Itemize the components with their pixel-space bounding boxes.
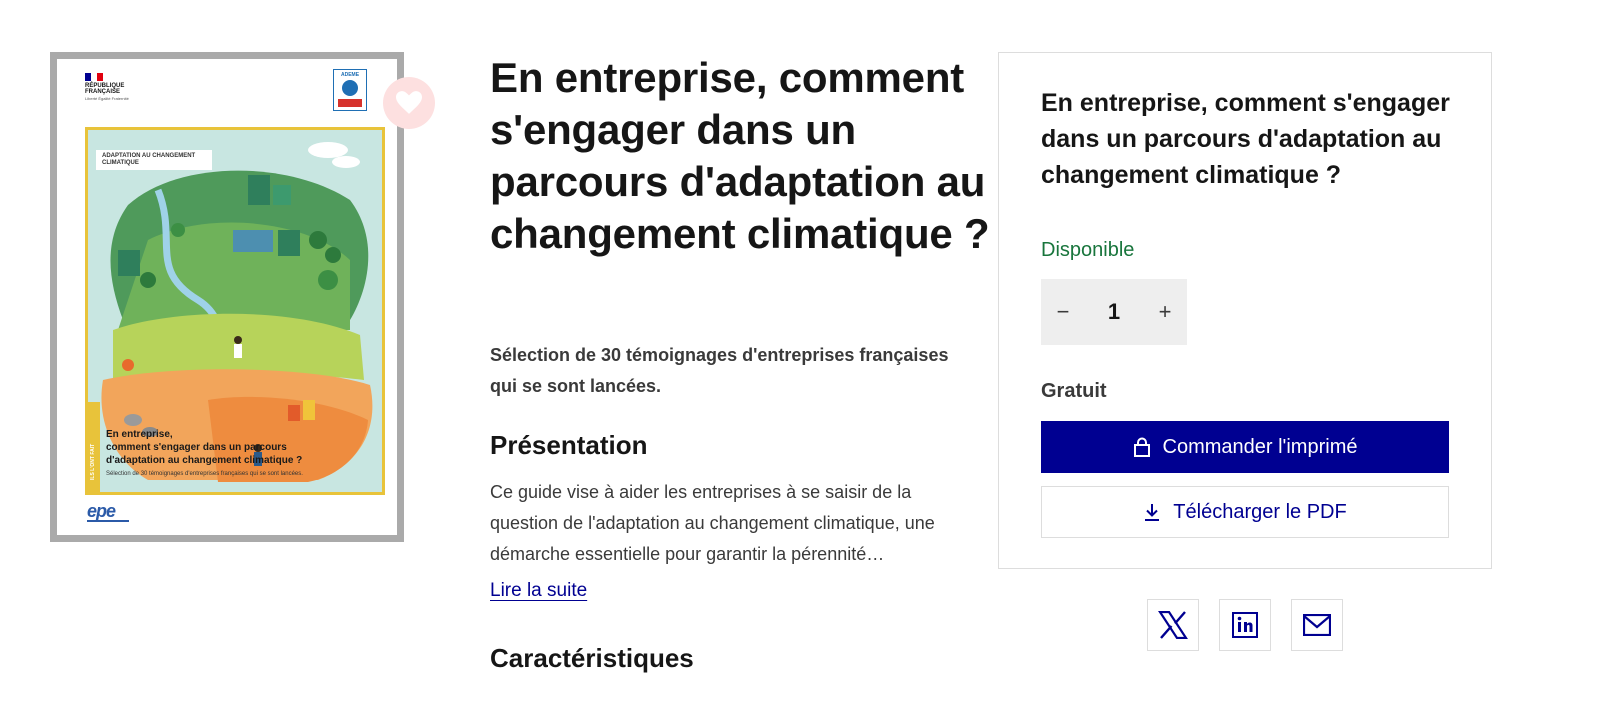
cover-title-block: En entreprise, comment s'engager dans un… — [106, 428, 380, 477]
quantity-value[interactable]: 1 — [1085, 299, 1143, 325]
order-print-button[interactable]: Commander l'imprimé — [1041, 421, 1449, 473]
cover-illustration: ADAPTATION AU CHANGEMENT CLIMATIQUE ILS … — [85, 127, 385, 495]
order-card-title: En entreprise, comment s'engager dans un… — [1041, 89, 1450, 189]
order-print-label: Commander l'imprimé — [1162, 435, 1358, 458]
republique-francaise-logo: RÉPUBLIQUE FRANÇAISE Liberté Égalité Fra… — [85, 73, 145, 101]
cover-title-line3: d'adaptation au changement climatique ? — [106, 455, 303, 466]
page-title: En entreprise, comment s'engager dans un… — [490, 54, 990, 257]
publication-cover: RÉPUBLIQUE FRANÇAISE Liberté Égalité Fra… — [50, 52, 404, 542]
quantity-stepper: − 1 + — [1041, 279, 1187, 345]
read-more-link[interactable]: Lire la suite — [490, 580, 587, 602]
download-pdf-button[interactable]: Télécharger le PDF — [1041, 486, 1449, 538]
share-linkedin-button[interactable] — [1219, 599, 1271, 651]
order-card: En entreprise, comment s'engager dans un… — [998, 52, 1492, 569]
download-icon — [1143, 502, 1161, 522]
share-x-button[interactable] — [1147, 599, 1199, 651]
availability-status: Disponible — [1041, 239, 1135, 261]
mail-icon — [1303, 614, 1331, 636]
share-mail-button[interactable] — [1291, 599, 1343, 651]
republic-label: RÉPUBLIQUE FRANÇAISE — [85, 83, 125, 95]
cover-side-band: ILS L'ONT FAIT — [88, 402, 100, 492]
download-pdf-label: Télécharger le PDF — [1173, 500, 1347, 523]
ademe-logo: ADEME — [333, 69, 367, 111]
cover-subtitle: Sélection de 30 témoignages d'entreprise… — [106, 471, 303, 477]
decrement-button[interactable]: − — [1041, 279, 1085, 345]
heart-icon — [396, 91, 422, 114]
price-label: Gratuit — [1041, 380, 1107, 402]
favorite-button[interactable] — [383, 77, 435, 129]
lead-text: Sélection de 30 témoignages d'entreprise… — [490, 345, 949, 396]
cover-tag: ADAPTATION AU CHANGEMENT CLIMATIQUE — [96, 150, 212, 170]
publisher-logo: epe — [87, 501, 129, 522]
presentation-text: Ce guide vise à aider les entreprises à … — [490, 482, 935, 564]
cover-title-line1: En entreprise, — [106, 429, 173, 440]
increment-button[interactable]: + — [1143, 279, 1187, 345]
presentation-heading: Présentation — [490, 430, 648, 460]
republic-motto: Liberté Égalité Fraternité — [85, 96, 129, 101]
lock-icon — [1133, 437, 1151, 457]
cover-side-band-label: ILS L'ONT FAIT — [90, 443, 96, 480]
cover-title-line2: comment s'engager dans un parcours — [106, 442, 287, 453]
linkedin-icon — [1232, 612, 1258, 638]
ademe-label: ADEME — [340, 72, 360, 78]
features-heading: Caractéristiques — [490, 643, 694, 673]
x-twitter-icon — [1158, 611, 1188, 639]
